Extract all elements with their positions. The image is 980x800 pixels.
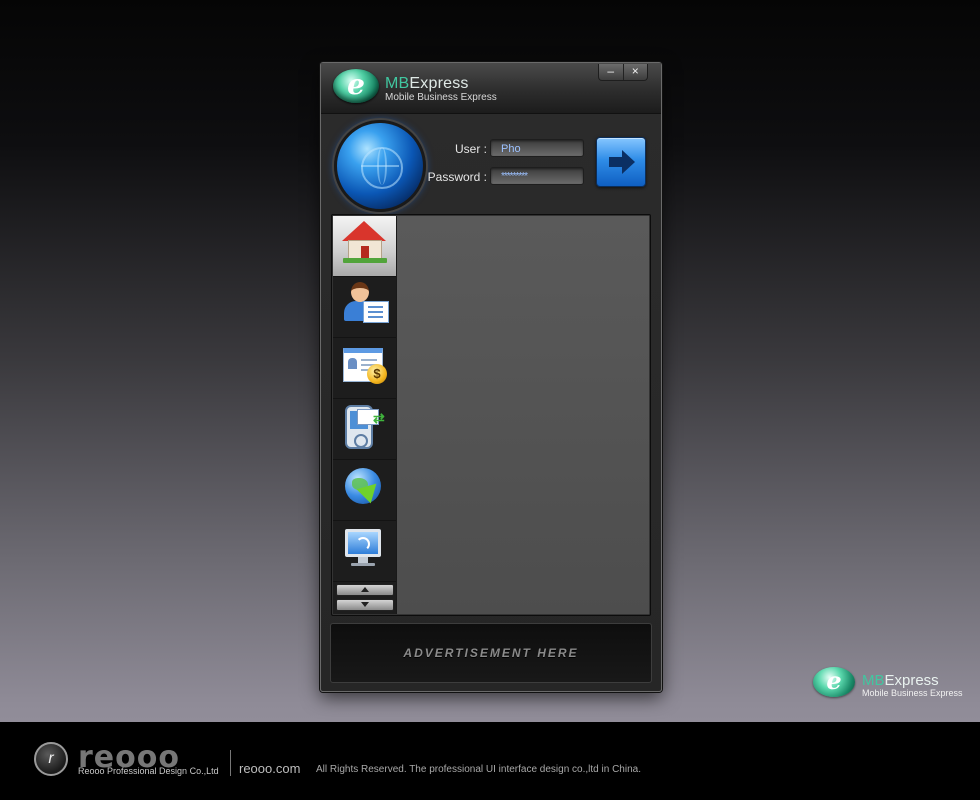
advertisement-banner[interactable]: ADVERTISEMENT HERE: [330, 623, 652, 683]
copyright-text: All Rights Reserved. The professional UI…: [316, 764, 641, 775]
scroll-up-button[interactable]: [336, 584, 394, 596]
nav-item-web[interactable]: [333, 460, 396, 521]
watermark-logo-icon: e: [813, 667, 855, 697]
sync-arrows-icon: ⇄: [373, 410, 385, 426]
nav-item-messages[interactable]: ⇄: [333, 399, 396, 460]
minimize-button[interactable]: –: [599, 64, 623, 80]
globe-grid: [361, 147, 403, 189]
globe-avatar-icon: [334, 120, 426, 212]
watermark-title: MBExpress: [862, 672, 939, 689]
user-input[interactable]: Pho: [490, 139, 584, 157]
nav-item-monitor[interactable]: [333, 521, 396, 582]
sidebar: $ ⇄: [333, 216, 396, 614]
contacts-icon-head: [351, 282, 369, 302]
chevron-up-icon: [361, 587, 369, 592]
home-icon: [342, 221, 386, 241]
password-input[interactable]: *********: [490, 167, 584, 185]
arrow-right-icon: [609, 157, 623, 167]
title-bar: e MBExpress Mobile Business Express – ×: [321, 63, 661, 114]
footer-divider: [230, 750, 231, 776]
user-label: User :: [454, 142, 487, 156]
app-window: e MBExpress Mobile Business Express – × …: [320, 62, 662, 692]
arrow-right-head: [622, 150, 635, 174]
home-icon-base: [343, 258, 387, 263]
login-button[interactable]: [596, 137, 646, 187]
scroll-down-button[interactable]: [336, 599, 394, 611]
monitor-stand-base: [351, 563, 375, 566]
main-panel: $ ⇄: [331, 214, 651, 616]
app-logo-icon: e: [333, 69, 379, 103]
app-subtitle: Mobile Business Express: [385, 92, 497, 103]
content-area: [397, 216, 649, 614]
home-icon-door: [361, 246, 369, 258]
footer-site-link[interactable]: reooo.com: [239, 761, 300, 776]
app-title-prefix: MB: [385, 75, 410, 92]
password-label: Password :: [427, 170, 487, 184]
app-title: MBExpress: [385, 75, 469, 93]
chevron-down-icon: [361, 602, 369, 607]
reooo-logo-icon: r: [34, 742, 68, 776]
watermark-subtitle: Mobile Business Express: [862, 688, 963, 698]
monitor-broadcast-icon: [345, 529, 381, 557]
nav-item-billing[interactable]: $: [333, 338, 396, 399]
close-button[interactable]: ×: [622, 64, 648, 80]
footer: r reooo Reooo Professional Design Co.,Lt…: [0, 722, 980, 800]
app-title-suffix: Express: [409, 75, 469, 92]
coin-icon: $: [367, 364, 387, 384]
company-name: Reooo Professional Design Co.,Ltd: [78, 766, 219, 776]
watermark-title-suffix: Express: [884, 672, 939, 689]
nav-item-home[interactable]: [333, 216, 396, 277]
window-controls: – ×: [598, 64, 648, 81]
watermark-title-prefix: MB: [862, 672, 885, 689]
contacts-icon-card: [363, 301, 389, 323]
nav-item-contacts[interactable]: [333, 277, 396, 338]
